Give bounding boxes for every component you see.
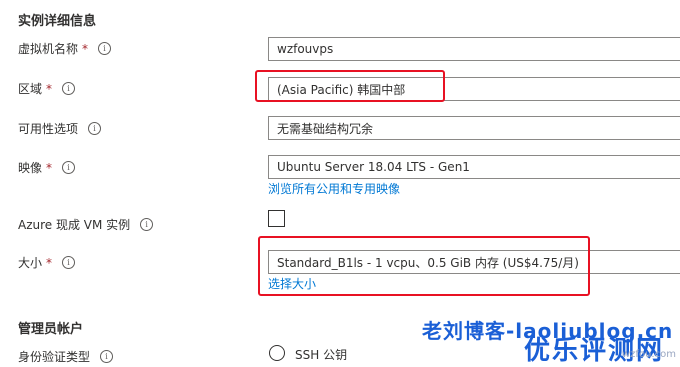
ssh-radio[interactable] (269, 345, 285, 361)
auth-type-label-text: 身份验证类型 (18, 350, 91, 364)
region-label-text: 区域 (18, 82, 43, 96)
required-mark: * (46, 81, 53, 96)
info-icon[interactable]: i (62, 161, 76, 174)
info-icon[interactable]: i (62, 82, 76, 95)
required-mark: * (46, 255, 53, 270)
size-label: 大小 * i (18, 254, 76, 271)
size-label-text: 大小 (18, 256, 43, 270)
ssh-option-label: SSH 公钥 (295, 348, 348, 362)
info-icon[interactable]: i (62, 256, 76, 269)
instance-details-title: 实例详细信息 (18, 14, 97, 29)
required-mark: * (82, 41, 89, 56)
info-icon[interactable]: i (100, 350, 114, 363)
spot-label-text: Azure 现成 VM 实例 (18, 218, 131, 232)
availability-label-text: 可用性选项 (18, 122, 79, 136)
spot-label: Azure 现成 VM 实例 i (18, 216, 154, 233)
image-select[interactable]: Ubuntu Server 18.04 LTS - Gen1 (268, 155, 680, 179)
vm-name-label-text: 虚拟机名称 (18, 42, 79, 56)
spot-checkbox[interactable] (268, 210, 285, 227)
vm-name-value: wzfouvps (277, 42, 334, 56)
highlight-box-region (255, 70, 445, 102)
vm-name-input[interactable]: wzfouvps (268, 37, 680, 61)
info-icon[interactable]: i (140, 218, 154, 231)
watermark-wzfou: wzfou.com (622, 349, 676, 360)
auth-type-label: 身份验证类型 i (18, 348, 114, 365)
availability-select[interactable]: 无需基础结构冗余 (268, 116, 680, 140)
region-label: 区域 * i (18, 80, 76, 97)
required-mark: * (46, 160, 53, 175)
vm-name-label: 虚拟机名称 * i (18, 40, 112, 57)
browse-images-link[interactable]: 浏览所有公用和专用映像 (268, 180, 400, 197)
info-icon[interactable]: i (88, 122, 102, 135)
image-value: Ubuntu Server 18.04 LTS - Gen1 (277, 160, 470, 174)
image-label: 映像 * i (18, 159, 76, 176)
admin-account-title: 管理员帐户 (18, 322, 84, 337)
availability-value: 无需基础结构冗余 (277, 121, 374, 136)
availability-label: 可用性选项 i (18, 120, 102, 137)
highlight-box-size (258, 236, 590, 296)
info-icon[interactable]: i (98, 42, 112, 55)
image-label-text: 映像 (18, 161, 43, 175)
